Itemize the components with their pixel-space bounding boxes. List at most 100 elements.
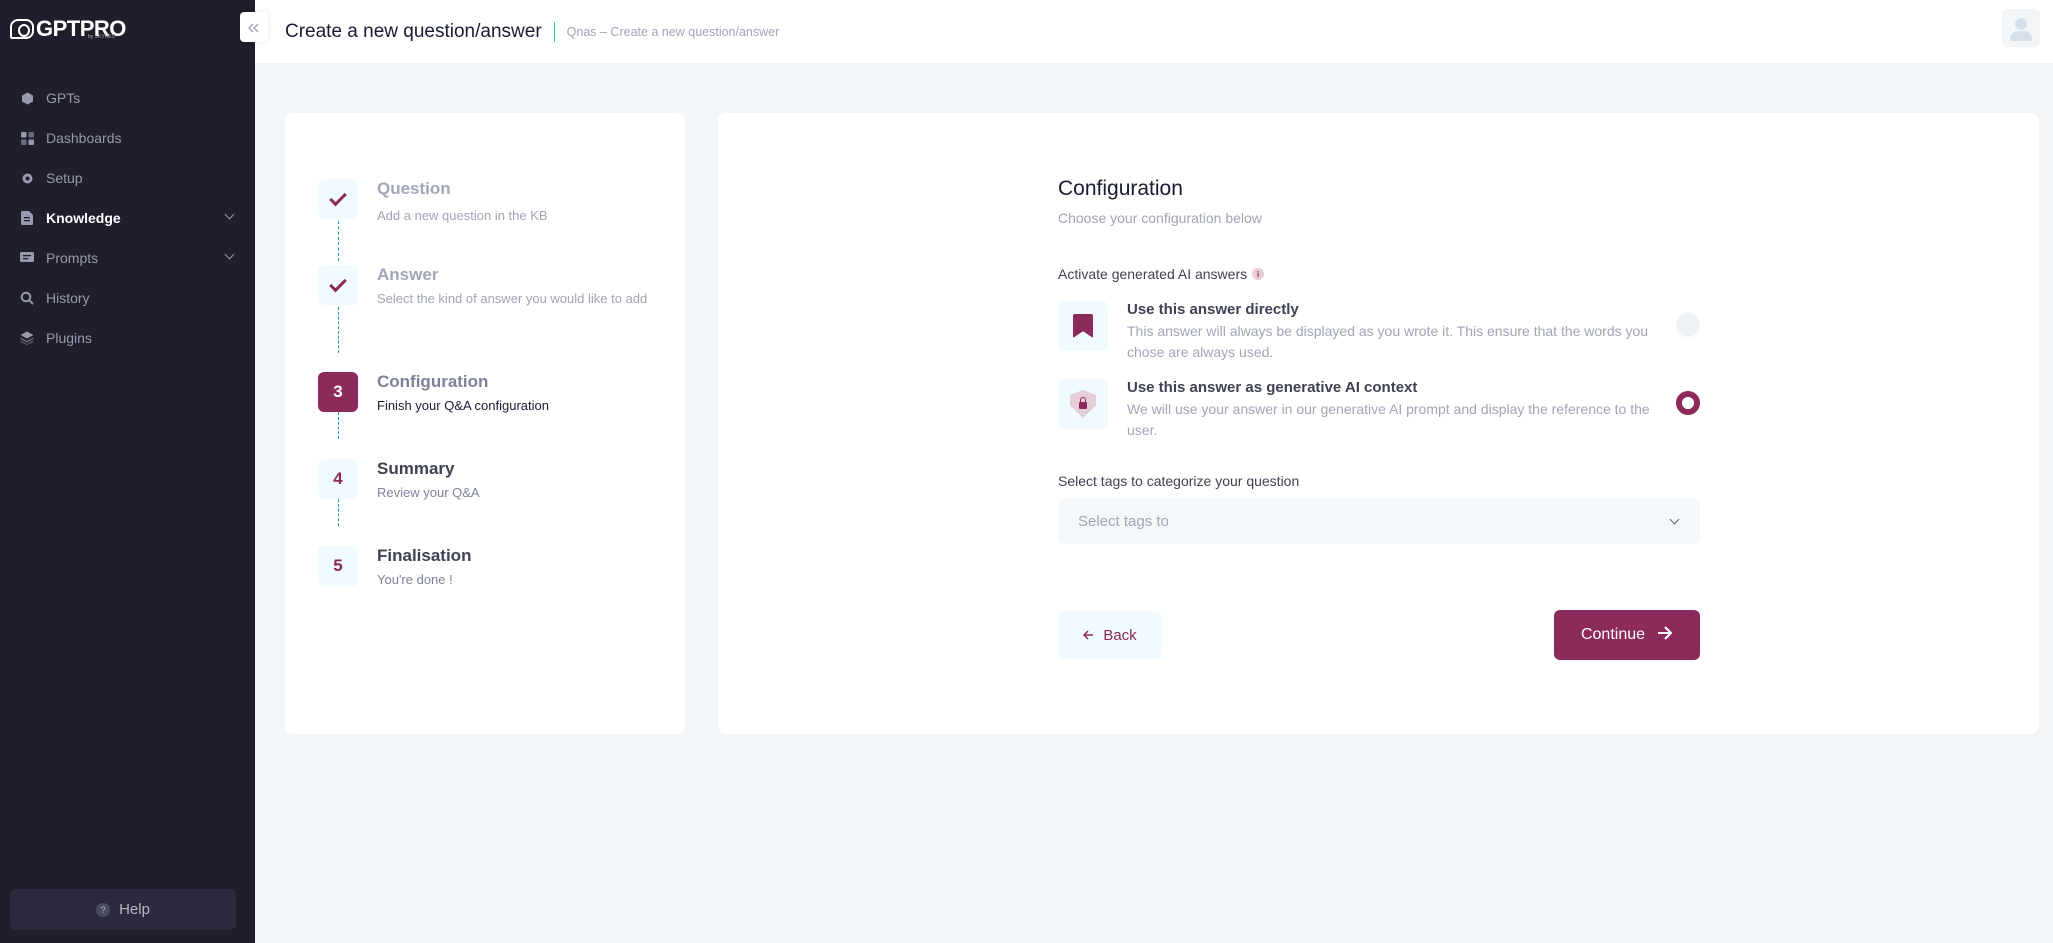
shield-lock-icon <box>1070 390 1096 418</box>
option-text: Use this answer as generative AI context… <box>1127 379 1667 441</box>
step-description: Select the kind of answer you would like… <box>377 291 648 306</box>
info-icon[interactable]: i <box>1252 268 1265 280</box>
step-text: Answer Select the kind of answer you wou… <box>377 265 667 309</box>
radio-generative-context[interactable] <box>1676 391 1700 415</box>
back-label: Back <box>1103 626 1137 644</box>
step-title: Summary <box>377 459 455 478</box>
option-icon-box <box>1058 301 1108 351</box>
option-icon-box <box>1058 379 1108 429</box>
step-title: Question <box>377 179 451 198</box>
back-button[interactable]: Back <box>1058 611 1162 659</box>
sidebar-item-label: History <box>46 290 90 306</box>
breadcrumb[interactable]: Qnas – Create a new question/answer <box>567 25 780 39</box>
option-description: We will use your answer in our generativ… <box>1127 401 1650 438</box>
check-icon <box>329 188 347 206</box>
tags-label: Select tags to categorize your question <box>1058 473 1300 489</box>
double-chevron-left-icon <box>247 17 260 38</box>
step-title: Finalisation <box>377 546 472 565</box>
configuration-card: Configuration Choose your configuration … <box>718 113 2039 734</box>
step-check <box>318 179 358 219</box>
search-icon <box>20 291 34 305</box>
radio-direct-answer[interactable] <box>1676 313 1700 337</box>
tags-select[interactable]: Select tags to <box>1058 498 1700 544</box>
option-title: Use this answer as generative AI context <box>1127 379 1418 396</box>
sidebar: GPTPRO by SKYNEO GPTs Dashboards Setup K… <box>0 0 255 943</box>
lock-icon <box>1079 397 1087 409</box>
bookmark-icon <box>1073 314 1093 338</box>
page-title: Create a new question/answer <box>285 20 542 42</box>
step-summary[interactable]: 4 Summary Review your Q&A <box>318 459 480 503</box>
message-icon <box>20 251 34 265</box>
step-connector <box>338 221 339 261</box>
check-icon <box>329 274 347 292</box>
sidebar-item-prompts[interactable]: Prompts <box>0 238 255 278</box>
step-configuration[interactable]: 3 Configuration Finish your Q&A configur… <box>318 372 549 416</box>
layers-icon <box>20 331 34 345</box>
step-finalisation[interactable]: 5 Finalisation You're done ! <box>318 546 471 590</box>
help-label: Help <box>119 901 150 918</box>
user-avatar[interactable] <box>2002 9 2040 47</box>
grid-icon <box>20 131 34 145</box>
step-text: Question Add a new question in the KB <box>377 179 548 226</box>
option-description: This answer will always be displayed as … <box>1127 323 1649 360</box>
brand[interactable]: GPTPRO by SKYNEO <box>0 0 255 58</box>
sidebar-item-setup[interactable]: Setup <box>0 158 255 198</box>
form-actions: Back Continue <box>1058 610 1700 660</box>
step-number: 4 <box>318 459 358 499</box>
brand-tagline: by SKYNEO <box>88 34 116 40</box>
step-text: Summary Review your Q&A <box>377 459 480 503</box>
sidebar-item-gpts[interactable]: GPTs <box>0 78 255 118</box>
chat-bubble-icon <box>10 19 34 39</box>
step-description: Finish your Q&A configuration <box>377 398 549 413</box>
sidebar-item-dashboards[interactable]: Dashboards <box>0 118 255 158</box>
document-icon <box>20 211 34 225</box>
cube-icon <box>20 91 34 105</box>
section-title: Configuration <box>1058 177 1183 200</box>
step-description: Add a new question in the KB <box>377 208 548 223</box>
arrow-left-icon <box>1083 628 1094 643</box>
collapse-sidebar-button[interactable] <box>240 12 268 42</box>
sidebar-item-plugins[interactable]: Plugins <box>0 318 255 358</box>
activate-ai-label: Activate generated AI answers i <box>1058 266 1700 282</box>
chevron-down-icon <box>224 209 235 220</box>
option-title: Use this answer directly <box>1127 301 1299 318</box>
gear-icon <box>20 171 34 185</box>
sidebar-item-label: GPTs <box>46 90 81 106</box>
chevron-down-icon <box>1669 514 1680 525</box>
stepper-card: Question Add a new question in the KB An… <box>285 113 685 734</box>
activate-ai-text: Activate generated AI answers <box>1058 266 1248 282</box>
chevron-down-icon <box>224 249 235 260</box>
step-title: Answer <box>377 265 439 284</box>
step-text: Finalisation You're done ! <box>377 546 471 590</box>
step-description: Review your Q&A <box>377 485 480 500</box>
step-connector <box>338 307 339 353</box>
sidebar-item-label: Setup <box>46 170 83 186</box>
continue-button[interactable]: Continue <box>1554 610 1700 660</box>
option-text: Use this answer directly This answer wil… <box>1127 301 1667 363</box>
step-answer[interactable]: Answer Select the kind of answer you wou… <box>318 265 667 309</box>
avatar-head <box>2015 18 2027 30</box>
help-button[interactable]: ? Help <box>10 889 236 930</box>
question-icon: ? <box>96 902 111 917</box>
sidebar-item-label: Knowledge <box>46 210 121 226</box>
step-number: 3 <box>318 372 358 412</box>
option-direct-answer[interactable]: Use this answer directly This answer wil… <box>1058 301 1700 363</box>
arrow-right-icon <box>1657 625 1673 645</box>
continue-label: Continue <box>1580 626 1646 643</box>
step-check <box>318 265 358 305</box>
step-description: You're done ! <box>377 572 453 587</box>
sidebar-item-label: Prompts <box>46 250 99 266</box>
sidebar-item-label: Plugins <box>46 330 92 346</box>
step-number: 5 <box>318 546 358 586</box>
sidebar-item-knowledge[interactable]: Knowledge <box>0 198 255 238</box>
step-text: Configuration Finish your Q&A configurat… <box>377 372 549 416</box>
sidebar-item-label: Dashboards <box>46 130 122 146</box>
option-generative-context[interactable]: Use this answer as generative AI context… <box>1058 379 1700 441</box>
sidebar-item-history[interactable]: History <box>0 278 255 318</box>
step-title: Configuration <box>377 372 489 391</box>
title-divider <box>553 21 555 42</box>
step-question[interactable]: Question Add a new question in the KB <box>318 179 548 226</box>
configuration-form: Configuration Choose your configuration … <box>1058 177 1700 660</box>
sidebar-nav: GPTs Dashboards Setup Knowledge Prompts … <box>0 78 255 358</box>
section-subtitle: Choose your configuration below <box>1058 210 1262 226</box>
